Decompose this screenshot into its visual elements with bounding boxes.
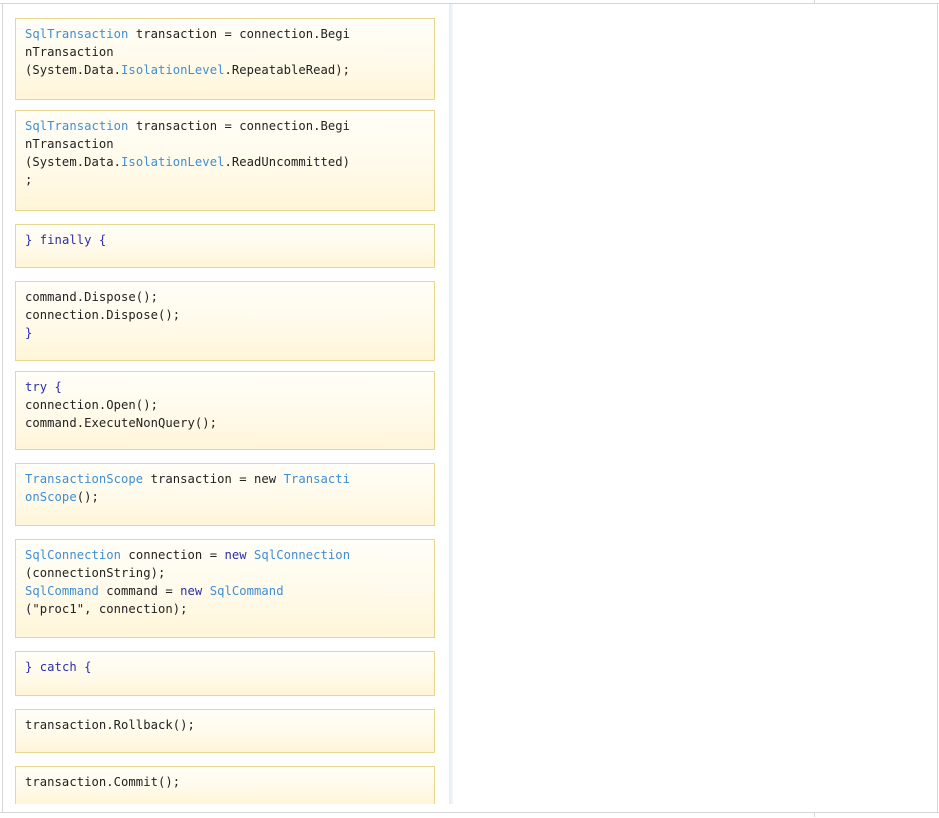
- code-block-try-open-execute[interactable]: try { connection.Open(); command.ExecuteNo…: [15, 371, 435, 450]
- code-line: (System.Data.IsolationLevel.ReadUncommit…: [25, 153, 426, 171]
- code-line: SqlCommand command = new SqlCommand: [25, 582, 426, 600]
- code-token-plain: command =: [98, 584, 181, 598]
- code-token-keyword: {: [76, 660, 92, 674]
- code-line: connection.Open();: [25, 396, 426, 414]
- code-token-type: SqlConnection: [254, 548, 351, 562]
- code-token-keyword: }: [25, 326, 33, 340]
- code-line: transaction.Rollback();: [25, 716, 426, 734]
- code-token-keyword: try: [25, 380, 48, 394]
- code-line: command.Dispose();: [25, 288, 426, 306]
- code-token-plain: connection =: [121, 548, 225, 562]
- code-token-plain: command.Dispose();: [25, 290, 158, 304]
- code-line: SqlConnection connection = new SqlConnec…: [25, 546, 426, 564]
- code-token-keyword: {: [47, 380, 62, 394]
- code-line: transaction.Commit();: [25, 773, 426, 791]
- code-token-type: onScope: [25, 490, 77, 504]
- code-line: connection.Dispose();: [25, 306, 426, 324]
- code-block-begin-tx-repeatable-read[interactable]: SqlTransaction transaction = connection.…: [15, 18, 435, 100]
- code-token-type: SqlConnection: [25, 548, 122, 562]
- frame-right-border: [937, 3, 938, 813]
- code-token-plain: (System.Data.: [25, 155, 122, 169]
- code-token-type: SqlTransaction: [25, 119, 129, 133]
- code-token-plain: transaction.Commit();: [25, 775, 181, 789]
- code-line: nTransaction: [25, 43, 426, 61]
- code-line: }: [25, 324, 426, 342]
- code-token-type: IsolationLevel: [121, 155, 225, 169]
- frame-bottom-border: [0, 812, 939, 813]
- code-line: nTransaction: [25, 135, 426, 153]
- code-block-source-panel: SqlTransaction transaction = connection.…: [3, 4, 450, 804]
- code-token-plain: ("proc1", connection);: [25, 602, 188, 616]
- code-line: } catch {: [25, 658, 426, 676]
- code-token-plain: transaction = connection.Begi: [128, 119, 351, 133]
- code-token-plain: (System.Data.: [25, 63, 122, 77]
- code-token-type: SqlTransaction: [25, 27, 129, 41]
- code-block-begin-tx-read-uncommitted[interactable]: SqlTransaction transaction = connection.…: [15, 110, 435, 211]
- code-line: ("proc1", connection);: [25, 600, 426, 618]
- code-line: command.ExecuteNonQuery();: [25, 414, 426, 432]
- code-block-rollback[interactable]: transaction.Rollback();: [15, 709, 435, 753]
- code-block-catch[interactable]: } catch {: [15, 651, 435, 696]
- code-line: try {: [25, 378, 426, 396]
- code-line: SqlTransaction transaction = connection.…: [25, 25, 426, 43]
- code-token-type: TransactionScope: [25, 472, 144, 486]
- code-token-type: SqlCommand: [25, 584, 99, 598]
- code-token-plain: ();: [76, 490, 99, 504]
- code-block-dispose[interactable]: command.Dispose(); connection.Dispose();}: [15, 281, 435, 361]
- code-token-plain: nTransaction: [25, 45, 114, 59]
- code-token-type: IsolationLevel: [121, 63, 225, 77]
- code-token-plain: connection.Open();: [25, 398, 158, 412]
- code-token-keyword: new: [180, 584, 203, 598]
- code-block-transaction-scope[interactable]: TransactionScope transaction = new Trans…: [15, 463, 435, 526]
- code-token-plain: command.ExecuteNonQuery();: [25, 416, 218, 430]
- code-token-keyword: finally: [39, 233, 92, 247]
- code-token-keyword: {: [91, 233, 107, 247]
- code-line: SqlTransaction transaction = connection.…: [25, 117, 426, 135]
- code-token-plain: ;: [25, 173, 33, 187]
- code-token-plain: transaction.Rollback();: [25, 718, 195, 732]
- code-token-keyword: catch: [39, 660, 77, 674]
- code-token-keyword: }: [25, 660, 40, 674]
- code-line: ;: [25, 171, 426, 189]
- code-token-plain: transaction = connection.Begi: [128, 27, 351, 41]
- answer-drop-area[interactable]: [453, 4, 937, 804]
- code-line: onScope();: [25, 488, 426, 506]
- code-token-keyword: }: [25, 233, 40, 247]
- code-block-commit[interactable]: transaction.Commit();: [15, 766, 435, 804]
- frame-bottom-tick: [814, 813, 815, 817]
- code-token-plain: .RepeatableRead);: [224, 63, 351, 77]
- code-line: } finally {: [25, 231, 426, 249]
- code-line: (connectionString);: [25, 564, 426, 582]
- code-token-plain: connection.Dispose();: [25, 308, 181, 322]
- code-token-plain: (connectionString);: [25, 566, 166, 580]
- code-block-finally[interactable]: } finally {: [15, 224, 435, 268]
- code-token-plain: nTransaction: [25, 137, 114, 151]
- code-line: (System.Data.IsolationLevel.RepeatableRe…: [25, 61, 426, 79]
- code-token-type: Transacti: [283, 472, 351, 486]
- code-token-type: SqlCommand: [209, 584, 284, 598]
- code-token-plain: .ReadUncommitted): [224, 155, 351, 169]
- code-line: TransactionScope transaction = new Trans…: [25, 470, 426, 488]
- code-token-keyword: new: [224, 548, 247, 562]
- code-token-plain: transaction = new: [143, 472, 284, 486]
- code-block-connection-command[interactable]: SqlConnection connection = new SqlConnec…: [15, 539, 435, 638]
